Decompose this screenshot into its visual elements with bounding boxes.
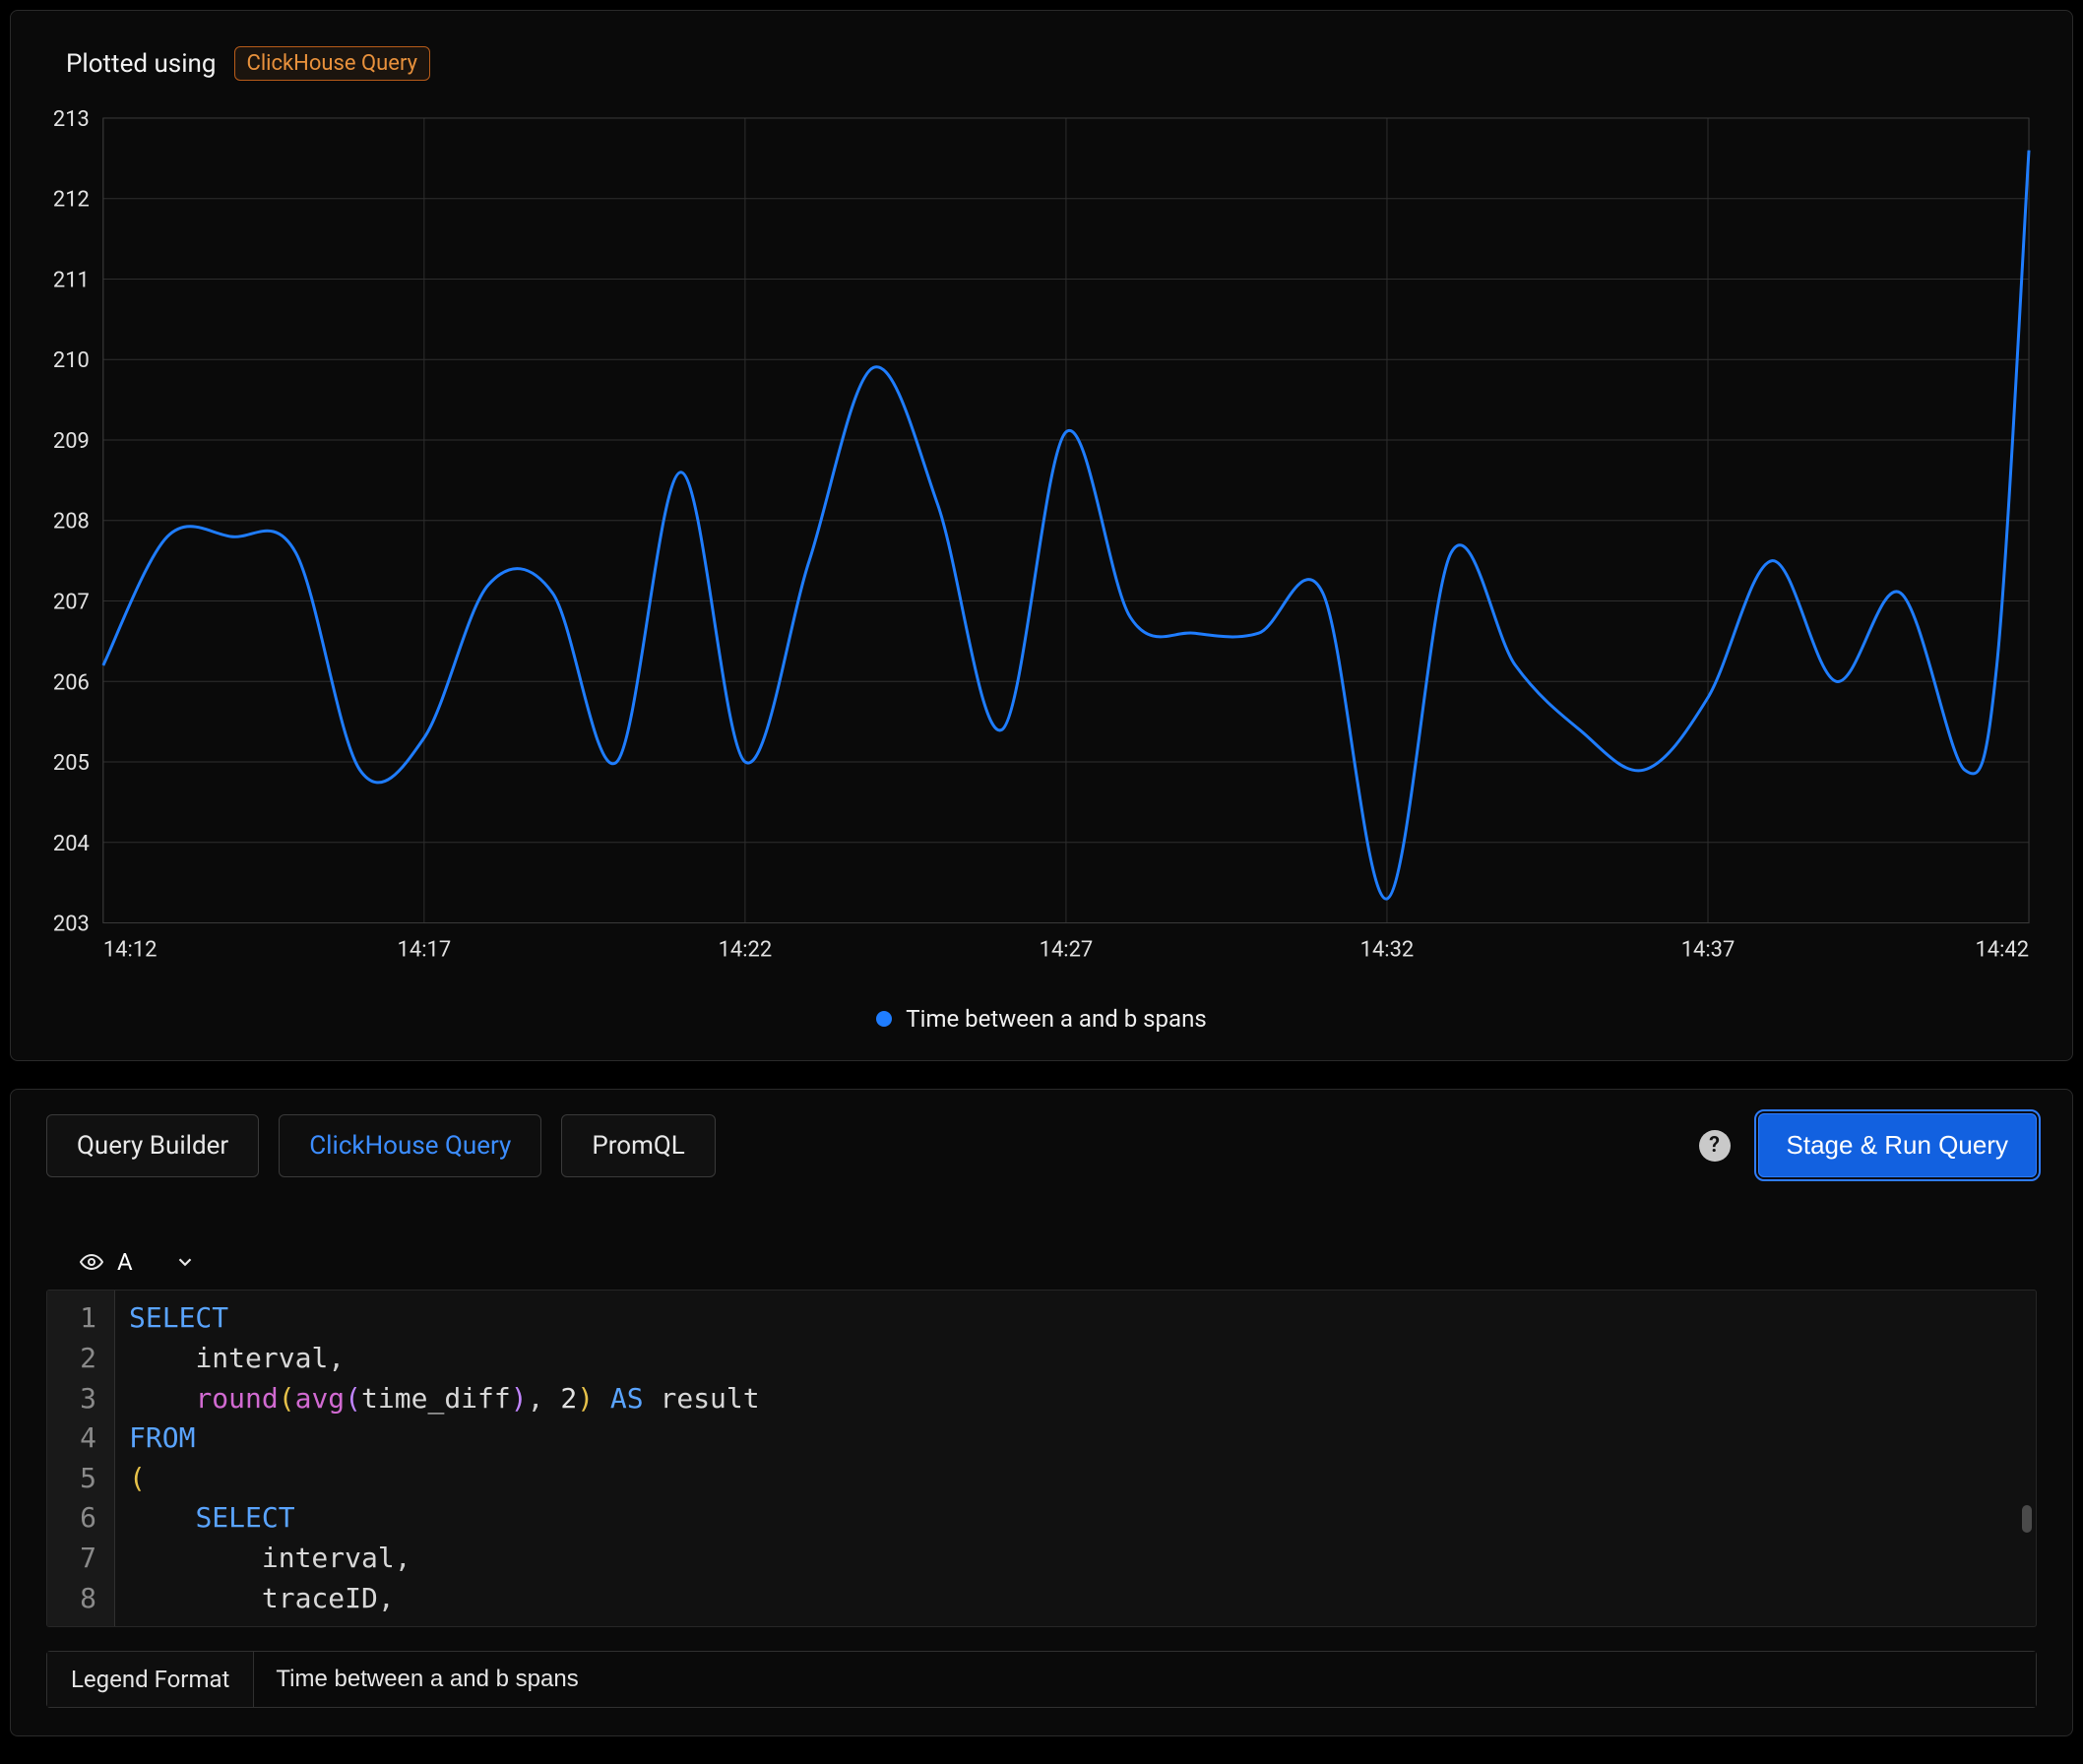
- svg-text:14:37: 14:37: [1681, 937, 1736, 962]
- chart-legend: Time between a and b spans: [42, 1005, 2041, 1033]
- svg-text:204: 204: [53, 832, 90, 856]
- tab-promql[interactable]: PromQL: [561, 1114, 715, 1177]
- svg-text:213: 213: [53, 108, 90, 132]
- svg-text:14:27: 14:27: [1040, 937, 1094, 962]
- svg-text:208: 208: [53, 510, 90, 535]
- scrollbar-thumb[interactable]: [2022, 1505, 2032, 1533]
- query-meta: A: [80, 1248, 2037, 1276]
- legend-format-input[interactable]: [254, 1652, 2036, 1707]
- svg-text:14:32: 14:32: [1360, 937, 1415, 962]
- chevron-down-icon[interactable]: [174, 1251, 196, 1273]
- query-block: A 12345678 SELECT interval, round(avg(ti…: [46, 1248, 2037, 1708]
- query-tabs: Query Builder ClickHouse Query PromQL: [46, 1114, 1699, 1177]
- svg-text:203: 203: [53, 913, 90, 937]
- svg-text:210: 210: [53, 348, 90, 373]
- svg-text:14:22: 14:22: [719, 937, 773, 962]
- chart-header: Plotted using ClickHouse Query: [66, 46, 2041, 81]
- code-content[interactable]: SELECT interval, round(avg(time_diff), 2…: [114, 1291, 2036, 1626]
- svg-text:206: 206: [53, 670, 90, 695]
- query-type-badge: ClickHouse Query: [234, 46, 431, 81]
- svg-text:205: 205: [53, 751, 90, 776]
- legend-format-label: Legend Format: [47, 1652, 254, 1707]
- svg-text:14:42: 14:42: [1975, 937, 2029, 962]
- legend-format-row: Legend Format: [46, 1651, 2037, 1708]
- tab-query-builder[interactable]: Query Builder: [46, 1114, 259, 1177]
- sql-code-editor[interactable]: 12345678 SELECT interval, round(avg(time…: [46, 1290, 2037, 1627]
- svg-text:211: 211: [53, 268, 90, 292]
- legend-swatch-icon: [876, 1011, 892, 1027]
- svg-text:207: 207: [53, 590, 90, 614]
- tabs-row: Query Builder ClickHouse Query PromQL ? St…: [46, 1113, 2037, 1177]
- svg-text:14:12: 14:12: [103, 937, 158, 962]
- visibility-toggle-icon[interactable]: [80, 1250, 103, 1274]
- line-number-gutter: 12345678: [47, 1291, 114, 1626]
- svg-text:14:17: 14:17: [398, 937, 452, 962]
- stage-run-query-button[interactable]: Stage & Run Query: [1758, 1113, 2037, 1177]
- svg-text:209: 209: [53, 429, 90, 454]
- query-editor-panel: Query Builder ClickHouse Query PromQL ? St…: [10, 1089, 2073, 1736]
- chart-panel: Plotted using ClickHouse Query 203 204 205…: [10, 10, 2073, 1061]
- help-icon[interactable]: ?: [1699, 1130, 1731, 1162]
- tab-clickhouse-query[interactable]: ClickHouse Query: [279, 1114, 541, 1177]
- legend-label: Time between a and b spans: [906, 1005, 1206, 1033]
- query-name-label: A: [117, 1248, 133, 1276]
- chart-area[interactable]: 203 204 205 206 207 208 209 210 211 212 213 14:12 14…: [42, 108, 2041, 972]
- line-chart[interactable]: 203 204 205 206 207 208 209 210 211 212 213 14:12 14…: [42, 108, 2041, 972]
- plotted-using-label: Plotted using: [66, 49, 217, 79]
- svg-text:212: 212: [53, 188, 90, 213]
